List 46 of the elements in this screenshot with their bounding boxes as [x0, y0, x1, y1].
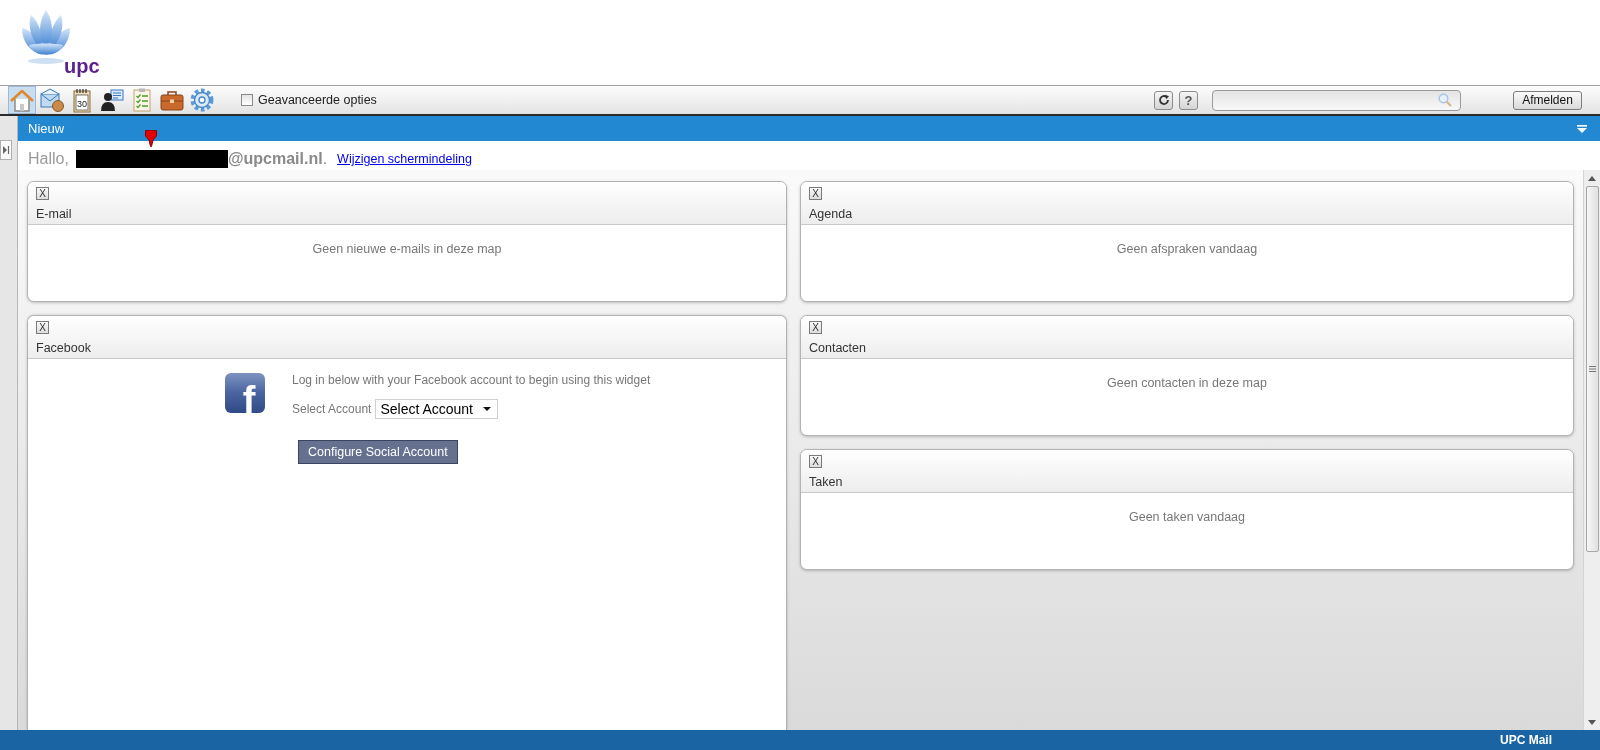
nav-title: Nieuw [28, 121, 65, 136]
close-button[interactable]: X [36, 321, 49, 334]
configure-account-button[interactable]: Configure Social Account [298, 440, 458, 464]
logout-button[interactable]: Afmelden [1513, 90, 1582, 110]
empty-message: Geen nieuwe e-mails in deze map [312, 242, 502, 256]
widget-title: Taken [809, 474, 843, 490]
empty-message: Geen contacten in deze map [1107, 376, 1267, 390]
close-button[interactable]: X [36, 187, 49, 200]
search-field[interactable] [1212, 89, 1461, 111]
close-button[interactable]: X [809, 321, 822, 334]
envelope-icon[interactable] [38, 86, 66, 114]
checkbox-label[interactable]: Geavanceerde opties [258, 93, 377, 107]
select-label: Select Account [292, 402, 372, 416]
close-button[interactable]: X [809, 187, 822, 200]
help-button[interactable]: ? [1179, 90, 1198, 110]
search-icon [1438, 93, 1452, 107]
widget-title: Contacten [809, 340, 866, 356]
empty-message: Geen afspraken vandaag [1116, 242, 1258, 256]
expand-panel-icon[interactable] [0, 140, 12, 160]
facebook-intro-text: Log in below with your Facebook account to begin using this widget [292, 373, 651, 387]
empty-message: Geen taken vandaag [1128, 510, 1246, 524]
scrollbar-thumb[interactable] [1585, 186, 1599, 552]
house-icon[interactable] [8, 86, 36, 114]
caret-icon [483, 407, 491, 411]
refresh-button[interactable] [1154, 90, 1173, 110]
gear-icon[interactable] [188, 86, 216, 114]
widget-title: E-mail [36, 206, 72, 222]
marker-icon [145, 130, 157, 147]
grip-icon [1588, 366, 1596, 372]
logo-icon: f [225, 373, 265, 413]
email-domain: @upcmail.nl. [227, 150, 328, 168]
scroll-down-icon[interactable] [1588, 720, 1596, 725]
change-layout-link[interactable]: Wijzigen schermindeling [337, 152, 472, 166]
flower-logo-icon [20, 10, 72, 64]
scroll-up-icon[interactable] [1588, 176, 1596, 181]
dropdown-icon[interactable] [1577, 124, 1587, 133]
greeting-text: Hallo, [28, 150, 69, 168]
logo-text: upc [64, 57, 100, 75]
close-button[interactable]: X [809, 455, 822, 468]
checkbox[interactable] [241, 94, 253, 106]
widget-title: Facebook [36, 340, 91, 356]
contact-card-icon[interactable] [98, 86, 126, 114]
refresh-icon [1157, 94, 1170, 106]
status-title: UPC Mail [1500, 733, 1552, 747]
account-select[interactable]: Select Account [375, 399, 498, 419]
widget-title: Agenda [809, 206, 853, 222]
